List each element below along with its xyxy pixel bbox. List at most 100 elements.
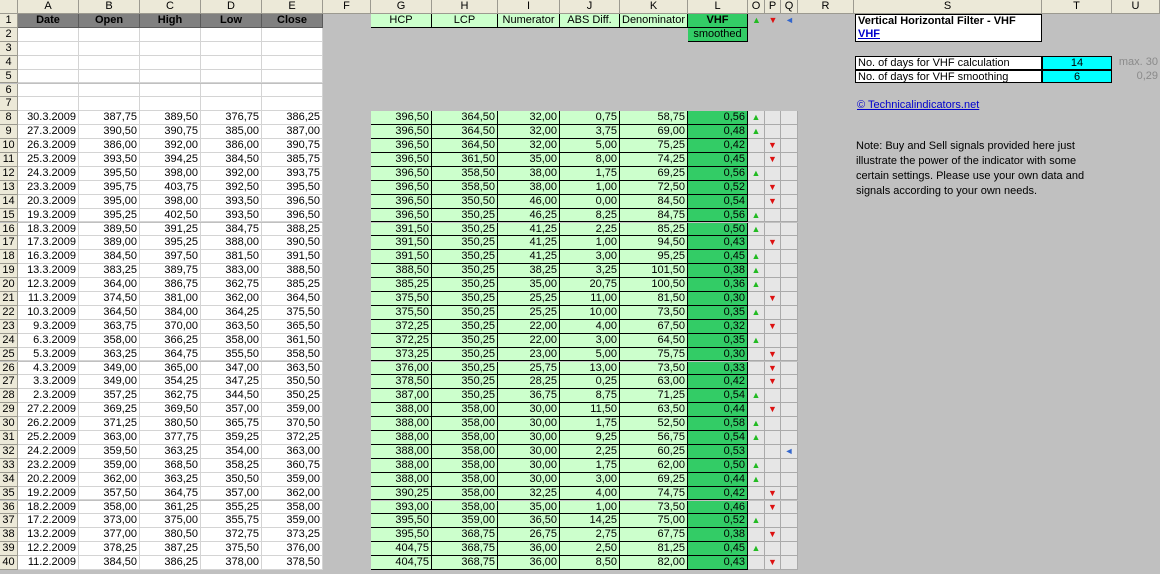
calc-cell[interactable]: 73,50 xyxy=(620,500,688,515)
calc-cell[interactable]: 32,00 xyxy=(498,139,560,153)
price-cell[interactable]: 376,00 xyxy=(262,542,323,557)
calc-cell[interactable]: 376,00 xyxy=(371,361,432,376)
column-header-Q[interactable]: Q xyxy=(781,0,798,14)
date-cell[interactable]: 12.2.2009 xyxy=(18,542,79,557)
empty-cell[interactable] xyxy=(79,55,140,70)
calc-cell[interactable]: 372,25 xyxy=(371,333,432,348)
price-cell[interactable]: 359,50 xyxy=(79,444,140,459)
calc-cell[interactable]: 358,00 xyxy=(432,403,498,418)
calc-cell[interactable]: 81,50 xyxy=(620,292,688,306)
signal-cell[interactable] xyxy=(765,166,781,181)
row-header-35[interactable]: 35 xyxy=(0,486,18,501)
signal-cell[interactable] xyxy=(781,347,798,362)
signal-cell[interactable] xyxy=(781,556,798,570)
calc-cell[interactable]: 396,50 xyxy=(371,194,432,209)
date-cell[interactable]: 25.3.2009 xyxy=(18,153,79,167)
calc-cell[interactable]: 36,50 xyxy=(498,514,560,529)
calc-cell[interactable]: 358,50 xyxy=(432,180,498,195)
calc-cell[interactable]: 1,00 xyxy=(560,500,620,515)
date-cell[interactable]: 24.3.2009 xyxy=(18,166,79,181)
empty-cell[interactable] xyxy=(262,41,323,56)
price-cell[interactable]: 398,00 xyxy=(140,194,201,209)
signal-cell[interactable] xyxy=(781,305,798,320)
date-cell[interactable]: 27.2.2009 xyxy=(18,403,79,418)
row-header-3[interactable]: 3 xyxy=(0,41,18,56)
calc-cell[interactable]: 74,75 xyxy=(620,486,688,501)
column-header-L[interactable]: L xyxy=(688,0,748,14)
calc-cell[interactable]: 350,25 xyxy=(432,361,498,376)
calc-cell[interactable]: 358,00 xyxy=(432,500,498,515)
calc-cell[interactable]: 94,50 xyxy=(620,236,688,251)
column-header-K[interactable]: K xyxy=(620,0,688,14)
vhf-value-cell[interactable]: 0,58 xyxy=(688,417,748,431)
vhf-value-cell[interactable]: 0,35 xyxy=(688,305,748,320)
price-cell[interactable]: 377,75 xyxy=(140,431,201,445)
price-cell[interactable]: 344,50 xyxy=(201,389,262,404)
calc-cell[interactable]: 388,00 xyxy=(371,431,432,445)
calc-cell[interactable]: 388,00 xyxy=(371,444,432,459)
calc-cell[interactable]: 71,25 xyxy=(620,389,688,404)
empty-cell[interactable] xyxy=(18,27,79,42)
calc-cell[interactable]: 350,25 xyxy=(432,236,498,251)
price-cell[interactable]: 390,75 xyxy=(262,139,323,153)
date-cell[interactable]: 2.3.2009 xyxy=(18,389,79,404)
calc-cell[interactable]: 69,25 xyxy=(620,472,688,487)
calc-cell[interactable]: 67,50 xyxy=(620,319,688,334)
vhf-value-cell[interactable]: 0,52 xyxy=(688,514,748,529)
price-cell[interactable]: 393,50 xyxy=(201,208,262,223)
price-cell[interactable]: 390,75 xyxy=(140,125,201,140)
signal-cell[interactable] xyxy=(748,236,765,251)
calc-cell[interactable]: 74,25 xyxy=(620,153,688,167)
signal-cell[interactable] xyxy=(765,514,781,529)
calc-cell[interactable]: 358,00 xyxy=(432,472,498,487)
row-header-24[interactable]: 24 xyxy=(0,333,18,348)
vhf-value-cell[interactable]: 0,44 xyxy=(688,472,748,487)
empty-cell[interactable] xyxy=(201,83,262,98)
calc-cell[interactable]: 1,00 xyxy=(560,180,620,195)
column-header-A[interactable]: A xyxy=(18,0,79,14)
calc-cell[interactable]: 11,00 xyxy=(560,292,620,306)
calc-cell[interactable]: 30,00 xyxy=(498,458,560,473)
signal-cell[interactable] xyxy=(781,278,798,292)
calc-cell[interactable]: 390,25 xyxy=(371,486,432,501)
row-header-32[interactable]: 32 xyxy=(0,444,18,459)
signal-cell[interactable] xyxy=(765,222,781,237)
price-cell[interactable]: 364,50 xyxy=(79,305,140,320)
price-cell[interactable]: 383,25 xyxy=(79,264,140,279)
calc-cell[interactable]: 358,00 xyxy=(432,458,498,473)
price-cell[interactable]: 386,25 xyxy=(140,556,201,570)
price-cell[interactable]: 369,50 xyxy=(140,403,201,418)
calc-cell[interactable]: 396,50 xyxy=(371,208,432,223)
signal-cell[interactable] xyxy=(781,403,798,418)
price-cell[interactable]: 381,50 xyxy=(201,250,262,265)
signal-cell[interactable] xyxy=(781,361,798,376)
date-cell[interactable]: 11.3.2009 xyxy=(18,292,79,306)
vhf-value-cell[interactable]: 0,50 xyxy=(688,458,748,473)
calc-cell[interactable]: 38,00 xyxy=(498,166,560,181)
calc-cell[interactable]: 2,25 xyxy=(560,222,620,237)
price-cell[interactable]: 392,00 xyxy=(140,139,201,153)
price-cell[interactable]: 378,00 xyxy=(201,556,262,570)
date-cell[interactable]: 13.2.2009 xyxy=(18,528,79,543)
price-cell[interactable]: 384,75 xyxy=(201,222,262,237)
signal-cell[interactable] xyxy=(748,361,765,376)
empty-cell[interactable] xyxy=(18,69,79,84)
calc-cell[interactable]: 396,50 xyxy=(371,153,432,167)
price-cell[interactable]: 373,25 xyxy=(262,528,323,543)
calc-cell[interactable]: 1,75 xyxy=(560,417,620,431)
date-cell[interactable]: 30.3.2009 xyxy=(18,111,79,126)
row-header-8[interactable]: 8 xyxy=(0,111,18,126)
vhf-value-cell[interactable]: 0,38 xyxy=(688,528,748,543)
calc-cell[interactable]: 32,00 xyxy=(498,125,560,140)
price-cell[interactable]: 395,50 xyxy=(262,180,323,195)
signal-cell[interactable] xyxy=(781,528,798,543)
row-header-21[interactable]: 21 xyxy=(0,292,18,306)
calc-cell[interactable]: 375,50 xyxy=(371,305,432,320)
vhf-value-cell[interactable]: 0,42 xyxy=(688,375,748,390)
row-header-14[interactable]: 14 xyxy=(0,194,18,209)
price-cell[interactable]: 383,00 xyxy=(201,264,262,279)
price-cell[interactable]: 393,50 xyxy=(79,153,140,167)
empty-cell[interactable] xyxy=(140,69,201,84)
empty-cell[interactable] xyxy=(201,27,262,42)
signal-cell[interactable] xyxy=(781,500,798,515)
